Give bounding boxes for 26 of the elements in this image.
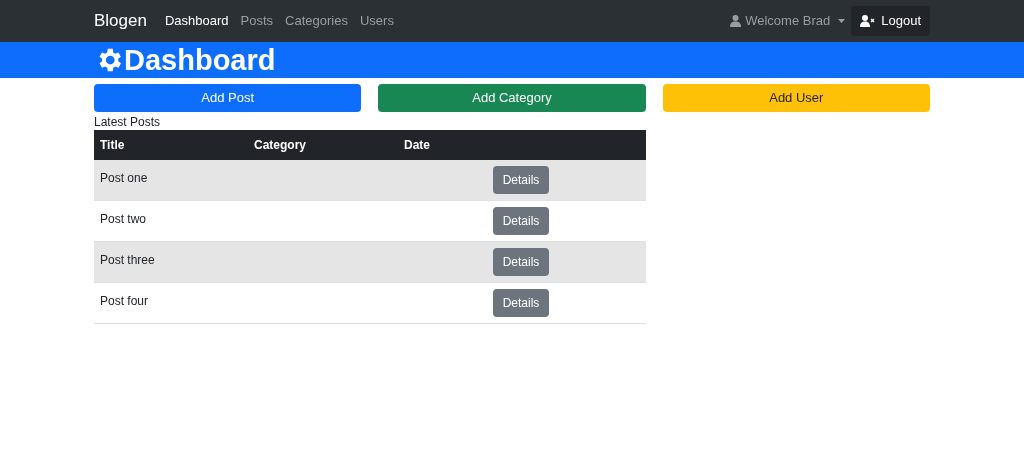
nav-link[interactable]: Users — [359, 11, 394, 31]
action-button[interactable]: Add Category — [378, 84, 646, 112]
table-cell-text: Post one — [99, 170, 149, 187]
nav-link[interactable]: Categories — [285, 11, 348, 31]
table-cell-text: Post two — [99, 211, 148, 228]
logout-button[interactable]: Logout — [851, 6, 930, 36]
column-header: Title — [99, 137, 126, 154]
column-header: Category — [253, 137, 307, 154]
page-title: Dashboard — [124, 45, 276, 75]
column-header: Date — [403, 137, 431, 154]
user-menu[interactable]: Welcome Brad — [730, 11, 846, 31]
caret-icon — [838, 19, 846, 23]
brand-logo[interactable]: Blogen — [94, 8, 147, 34]
details-button[interactable]: Details — [493, 207, 549, 235]
details-button[interactable]: Details — [493, 166, 549, 194]
details-button[interactable]: Details — [493, 289, 549, 317]
action-button[interactable]: Add User — [662, 84, 930, 112]
user-remove-icon — [860, 15, 876, 27]
nav-link[interactable]: Dashboard — [164, 11, 229, 31]
action-button[interactable]: Add Post — [94, 84, 362, 112]
details-button[interactable]: Details — [493, 248, 549, 276]
user-icon — [730, 15, 742, 27]
table-caption: Latest Posts — [94, 115, 162, 130]
table-cell-text: Post four — [99, 293, 150, 310]
table-cell-text: Post three — [99, 252, 156, 269]
nav-link[interactable]: Posts — [240, 11, 274, 31]
